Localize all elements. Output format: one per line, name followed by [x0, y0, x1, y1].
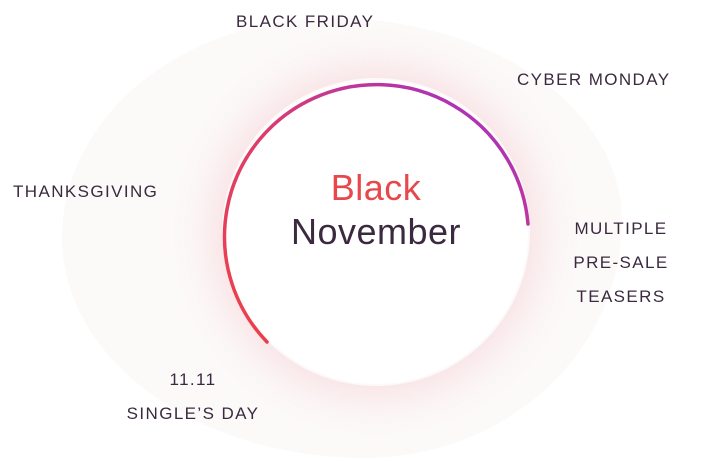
- label-cyber-monday: CYBER MONDAY: [517, 70, 671, 89]
- center-title: Black November: [226, 166, 526, 254]
- label-singles-day: 11.11 SINGLE’S DAY: [126, 370, 260, 423]
- center-title-november: November: [290, 211, 462, 252]
- label-pre-sale-teasers: MULTIPLE PRE-SALE TEASERS: [573, 219, 669, 306]
- label-thanksgiving: THANKSGIVING: [13, 182, 159, 201]
- center-title-black: Black: [330, 167, 422, 208]
- label-black-friday: BLACK FRIDAY: [236, 12, 375, 31]
